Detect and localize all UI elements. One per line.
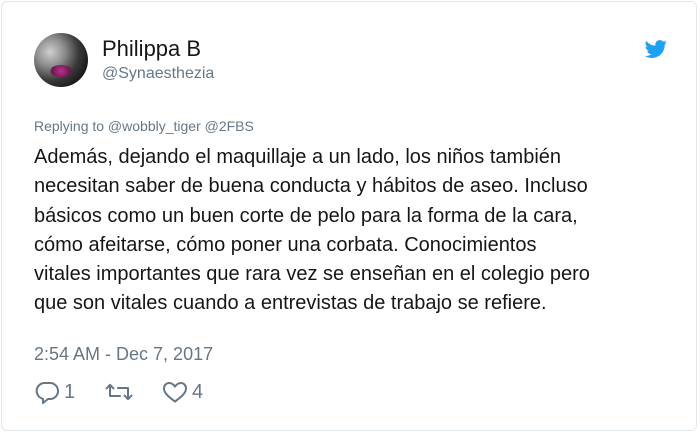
reply-count: 1 bbox=[64, 380, 76, 403]
replying-to-line[interactable]: Replying to @wobbly_tiger @2FBS bbox=[34, 118, 254, 134]
tweet-text: Además, dejando el maquillaje a un lado,… bbox=[34, 143, 684, 319]
tweet-text-line: básicos como un buen corte de pelo para … bbox=[34, 204, 578, 227]
avatar[interactable] bbox=[34, 33, 88, 87]
tweet-text-line: vitales importantes que rara vez se ense… bbox=[34, 263, 590, 286]
like-button[interactable]: 4 bbox=[162, 377, 203, 407]
tweet-text-line: necesitan saber de buena conducta y hábi… bbox=[34, 175, 588, 198]
tweet-timestamp[interactable]: 2:54 AM - Dec 7, 2017 bbox=[34, 344, 213, 365]
like-count: 4 bbox=[192, 380, 204, 403]
tweet-text-line: Además, dejando el maquillaje a un lado,… bbox=[34, 146, 562, 168]
tweet-text-line: cómo afeitarse, cómo poner una corbata. … bbox=[34, 233, 537, 256]
tweet-text-line: que son vitales cuando a entrevistas de … bbox=[34, 292, 547, 315]
retweet-icon bbox=[105, 383, 133, 401]
tweet-card: Philippa B @Synaesthezia Replying to @wo… bbox=[1, 1, 697, 431]
author-display-name[interactable]: Philippa B bbox=[102, 36, 201, 62]
author-handle[interactable]: @Synaesthezia bbox=[102, 65, 214, 83]
reply-icon bbox=[35, 382, 59, 404]
twitter-bird-icon[interactable] bbox=[644, 38, 668, 60]
reply-button[interactable]: 1 bbox=[34, 377, 75, 407]
retweet-button[interactable] bbox=[105, 377, 137, 407]
heart-icon bbox=[163, 382, 187, 403]
